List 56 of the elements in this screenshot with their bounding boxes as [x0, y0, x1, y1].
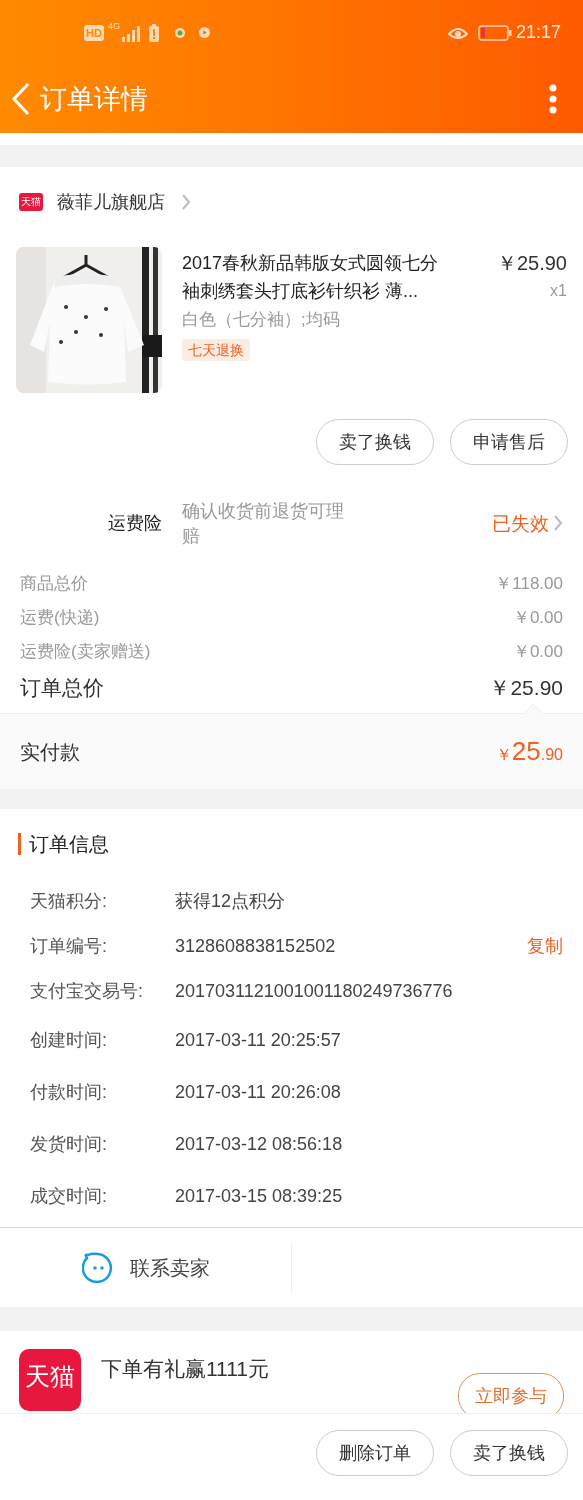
price-label: 商品总价	[20, 573, 88, 596]
chat-face-icon[interactable]	[81, 1251, 114, 1284]
info-label: 付款时间:	[30, 1080, 108, 1104]
price-label: 运费(快递)	[20, 607, 100, 630]
eye-icon	[447, 25, 468, 40]
info-label: 支付宝交易号:	[30, 980, 144, 1003]
info-label: 天猫积分:	[30, 890, 108, 913]
battery-alert-icon	[148, 23, 159, 42]
price-value: ￥0.00	[512, 607, 563, 630]
paid-amount: ￥25.90	[495, 735, 563, 768]
info-value: 2017-03-15 08:39:25	[175, 1184, 344, 1208]
tmall-logo: 天猫	[19, 1349, 81, 1411]
back-icon[interactable]	[10, 82, 32, 116]
hd-indicator: HD	[84, 24, 104, 41]
network-type: 4G	[107, 20, 120, 33]
info-label: 成交时间:	[30, 1184, 108, 1208]
pill-button[interactable]: 卖了换钱	[450, 1430, 568, 1476]
product-title[interactable]: 2017春秋新品韩版女式圆领七分袖刺绣套头打底衫针织衫 薄...	[182, 249, 454, 305]
promo-text: 下单有礼赢1111元	[101, 1356, 270, 1382]
info-value: 2017-03-12 08:56:18	[175, 1132, 344, 1156]
info-value: 3128608838152502	[175, 935, 337, 958]
info-value: 2017-03-11 20:26:08	[175, 1080, 342, 1104]
product-spec: 白色（七分袖）;均码	[182, 309, 341, 331]
price-label: 运费险(卖家赠送)	[20, 641, 151, 664]
section-title: 订单信息	[29, 832, 109, 857]
pill-button[interactable]: 删除订单	[316, 1430, 434, 1476]
pill-button[interactable]: 申请售后	[450, 419, 568, 465]
return-policy-tag: 七天退换	[182, 338, 250, 361]
clock-time: 21:17	[515, 21, 561, 44]
paid-amount-label: 实付款	[20, 739, 80, 765]
chevron-right-icon[interactable]	[181, 193, 191, 211]
price-value: ￥0.00	[512, 641, 563, 664]
info-value: 2017-03-11 20:25:57	[175, 1028, 342, 1052]
price-value: ￥118.00	[495, 573, 563, 596]
price-value: ￥25.90	[489, 675, 563, 702]
info-label: 创建时间:	[30, 1028, 108, 1052]
product-price: ￥25.90	[496, 251, 567, 276]
chevron-right-icon[interactable]	[553, 514, 563, 532]
info-label: 订单编号:	[30, 935, 108, 958]
pill-button[interactable]: 卖了换钱	[316, 419, 434, 465]
freight-insurance-description: 确认收货前退货可理赔	[182, 500, 345, 548]
freight-insurance-label: 运费险	[107, 512, 162, 535]
signal-icon	[120, 23, 143, 42]
shop-name[interactable]: 薇菲儿旗舰店	[57, 188, 165, 216]
battery-icon	[477, 24, 512, 41]
contact-seller-link[interactable]: 联系卖家	[129, 1252, 210, 1283]
info-label: 发货时间:	[30, 1132, 108, 1156]
product-quantity: x1	[550, 281, 567, 301]
info-value: 2017031121001001180249736776	[175, 980, 454, 1003]
info-value: 获得12点积分	[175, 890, 287, 913]
play-icon	[198, 27, 210, 38]
more-icon[interactable]	[549, 84, 557, 114]
tmall-badge: 天猫	[19, 193, 43, 211]
app-notification-icon	[174, 27, 185, 38]
price-label: 订单总价	[20, 675, 104, 702]
page-title: 订单详情	[40, 82, 148, 116]
